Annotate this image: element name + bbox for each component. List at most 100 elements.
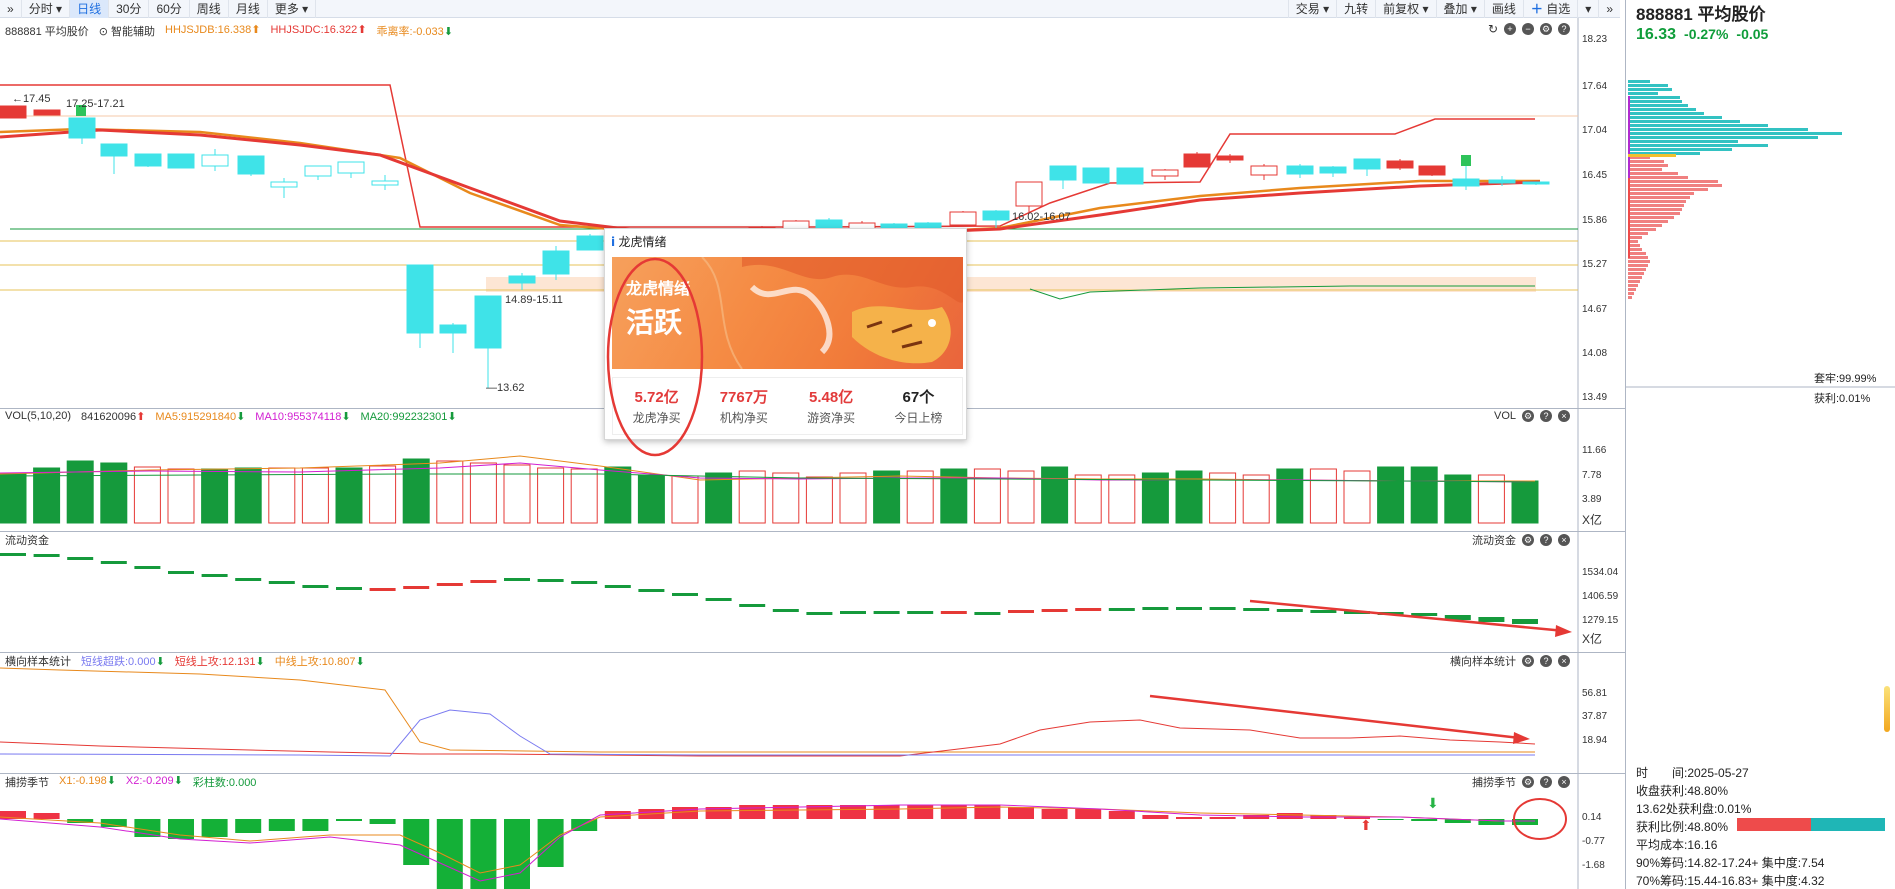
price-axis-9: 13.49 (1582, 392, 1608, 403)
candle-body (100, 143, 128, 157)
tab-60min[interactable]: 60分 (149, 0, 190, 18)
flow-mark (806, 612, 833, 615)
trade-button[interactable]: 交易 ▾ (1287, 0, 1336, 18)
chip-bar (1628, 284, 1638, 287)
chip-distribution-panel: 888881 平均股价 16.33 -0.27% -0.05 套牢:99.99%… (1625, 0, 1895, 889)
flow-trend-arrowhead (1555, 625, 1572, 637)
chip-bar (1628, 216, 1674, 219)
chip-bar (1628, 236, 1642, 239)
candle-body (406, 264, 434, 334)
chip-histogram (1626, 80, 1895, 388)
chip-scroll-handle[interactable] (1884, 686, 1890, 732)
sample-trend-arrow (1149, 694, 1521, 740)
expand-icon[interactable]: » (0, 0, 22, 18)
tab-monthly[interactable]: 月线 (229, 0, 268, 18)
sample-axis-1: 56.81 (1582, 688, 1608, 699)
flow-axis-3: 1279.15 (1582, 615, 1619, 626)
stat-institution-net-buy: 7767万 机构净买 (719, 389, 769, 425)
flow-mark (1276, 609, 1303, 612)
flow-mark (840, 611, 866, 614)
catch-bar (1209, 817, 1236, 819)
tab-more[interactable]: 更多 ▾ (268, 0, 317, 18)
locked-ratio: 套牢:99.99% (1814, 373, 1877, 385)
high-left-label: ←17.45 (12, 93, 51, 105)
chip-bar (1628, 260, 1650, 263)
panel-expand-icon[interactable]: » (1598, 0, 1620, 18)
tab-daily[interactable]: 日线 (70, 0, 110, 18)
price-axis-4: 16.45 (1582, 170, 1608, 181)
flow-axis-1: 1534.04 (1582, 567, 1619, 578)
vol-ma10-line (0, 462, 1536, 483)
volume-bar (1377, 466, 1405, 524)
flow-mark (604, 585, 631, 588)
chip-bar (1628, 220, 1668, 223)
flow-mark (403, 586, 430, 589)
flow-mark (907, 611, 934, 614)
volume-bar (604, 466, 632, 524)
candle-body (1286, 165, 1314, 175)
tab-weekly[interactable]: 周线 (190, 0, 229, 18)
flow-mark (1512, 619, 1538, 624)
nine-turn-button[interactable]: 九转 (1336, 0, 1375, 18)
chip-bar (1628, 140, 1738, 143)
catch-bar (1276, 813, 1303, 819)
chip-bar (1628, 232, 1648, 235)
candle-body (1319, 166, 1347, 174)
volume-bar (570, 468, 598, 524)
chip-bar (1628, 256, 1648, 259)
chip-bar (1628, 100, 1682, 103)
draw-button[interactable]: 画线 (1483, 0, 1523, 18)
stat-listed-today: 67个 今日上榜 (894, 389, 943, 425)
flow-mark (940, 611, 967, 614)
profit-ratio-bar-cyan (1811, 818, 1885, 831)
flow-mark (201, 574, 228, 577)
volume-bar (705, 472, 733, 524)
popup-title: ⅰ 龙虎情绪 (611, 235, 667, 249)
watchlist-button[interactable]: ＋ 自选 (1522, 0, 1577, 18)
catch-bar (1377, 819, 1404, 820)
chip-avg-line (1628, 154, 1676, 157)
price-axis-1: 18.23 (1582, 34, 1608, 45)
flow-unit: X亿 (1582, 632, 1603, 646)
volume-bar (1410, 466, 1438, 524)
flow-mark (134, 566, 161, 569)
adjust-button[interactable]: 前复权 ▾ (1375, 0, 1435, 18)
overlay-button[interactable]: 叠加 ▾ (1435, 0, 1484, 18)
flow-mark (873, 611, 900, 614)
chip-90: 90%筹码:14.82-17.24+ 集中度:7.54 (1636, 856, 1825, 870)
flow-mark (1176, 607, 1202, 610)
flow-mark (739, 604, 766, 607)
candle-body (1183, 153, 1211, 168)
banner-value: 活跃 (626, 307, 683, 338)
catch-axis-3: -1.68 (1582, 860, 1605, 871)
chip-bar (1628, 276, 1642, 279)
sample-trend-arrowhead (1513, 732, 1530, 744)
flow-mark (1310, 610, 1337, 613)
tab-intraday[interactable]: 分时 ▾ (22, 0, 71, 18)
flow-mark (268, 581, 295, 584)
popup-banner: 龙虎情绪 活跃 (612, 257, 963, 369)
chip-70: 70%筹码:15.44-16.83+ 集中度:4.32 (1636, 874, 1825, 888)
volume-bar (1108, 474, 1136, 524)
candle-body (1082, 167, 1110, 184)
flow-mark (571, 581, 598, 584)
catch-bar (1512, 819, 1538, 825)
flow-mark (974, 612, 1001, 615)
tab-30min[interactable]: 30分 (109, 0, 150, 18)
stat-dragon-net-buy: 5.72亿 龙虎净买 (632, 389, 681, 425)
candle-body (1151, 169, 1179, 177)
dragon-tiger-popup[interactable]: ⅰ 龙虎情绪 龙虎情绪 活跃 5.72亿 龙虎净买 7767万 机构净买 5.48亿… (604, 228, 967, 457)
right-title: 888881 平均股价 (1636, 5, 1766, 24)
chip-bar (1628, 180, 1718, 183)
chip-bar (1628, 80, 1650, 83)
collapse-icon[interactable]: ▾ (1577, 0, 1598, 18)
price-axis-3: 17.04 (1582, 125, 1608, 136)
flow-mark (302, 585, 329, 588)
flow-mark (1075, 608, 1102, 611)
catch-bar (201, 819, 228, 837)
volume-bar (201, 468, 229, 524)
flow-chart (0, 531, 1579, 652)
catch-bar (100, 819, 127, 827)
chip-bar (1628, 292, 1634, 295)
range2-label: 14.89-15.11 (505, 294, 563, 306)
